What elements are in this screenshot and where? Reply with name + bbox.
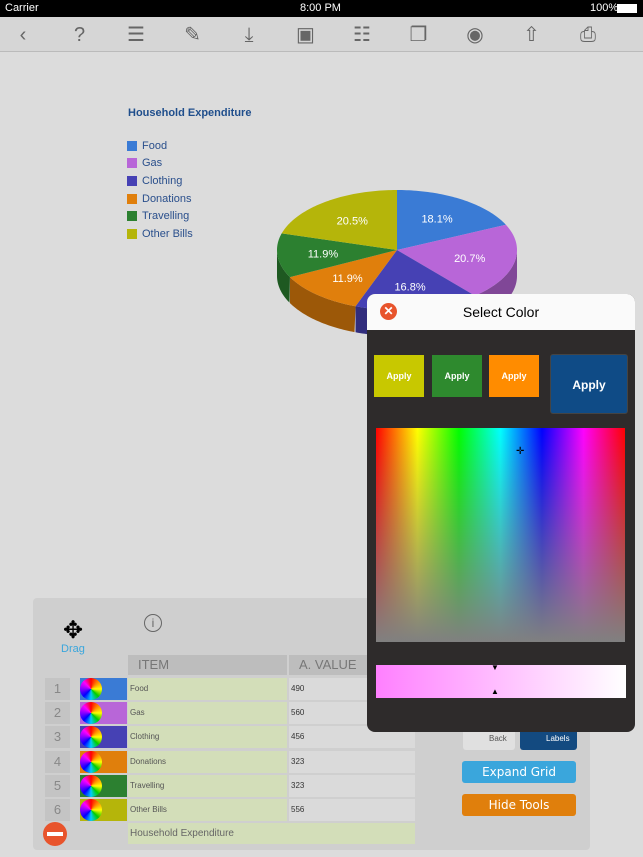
legend-item: Clothing — [127, 172, 193, 190]
drag-label: Drag — [61, 643, 85, 655]
value-cell[interactable]: 556 — [289, 799, 415, 821]
color-wheel-icon — [80, 774, 102, 797]
row-color-button[interactable] — [80, 702, 127, 725]
help-icon[interactable]: ? — [67, 22, 93, 48]
row-color-button[interactable] — [80, 750, 127, 773]
row-color-button[interactable] — [80, 774, 127, 797]
save-icon[interactable]: ▣ — [293, 22, 319, 48]
row-color-button[interactable] — [80, 726, 127, 749]
select-color-popup: ✕ Select Color Apply Apply Apply Apply ✛… — [367, 294, 635, 732]
row-color-button[interactable] — [80, 678, 127, 700]
legend-item: Travelling — [127, 207, 193, 225]
apply-yellow-button[interactable]: Apply — [374, 355, 424, 397]
item-cell[interactable]: Clothing — [128, 726, 287, 749]
item-cell[interactable]: Food — [128, 678, 287, 700]
item-cell[interactable]: Donations — [128, 750, 287, 773]
chart-title-input[interactable]: Household Expenditure — [128, 823, 415, 844]
value-cell[interactable]: 323 — [289, 750, 415, 773]
cabinet-icon[interactable]: ☷ — [349, 22, 375, 48]
legend-item: Food — [127, 137, 193, 155]
color-wheel-icon — [80, 799, 102, 821]
legend-item: Other Bills — [127, 225, 193, 243]
chart-legend: Food Gas Clothing Donations Travelling Other … — [127, 137, 193, 243]
value-cell[interactable]: 323 — [289, 774, 415, 797]
pie-data-label: 16.8% — [394, 282, 425, 294]
share-icon[interactable]: ⇧ — [519, 22, 545, 48]
pie-data-label: 11.9% — [332, 273, 363, 285]
drag-move-icon[interactable]: ✥ — [63, 616, 83, 645]
list-icon[interactable]: ☰ — [123, 22, 149, 48]
chart-title: Household Expenditure — [128, 107, 252, 119]
toolbar: ‹? ☰ ✎ ⤓ ▣ ☷ ❐ ◉ ⇧ ⎙ — [0, 17, 643, 52]
item-cell[interactable]: Gas — [128, 702, 287, 725]
back-icon[interactable]: ‹ — [10, 22, 36, 48]
legend-item: Donations — [127, 190, 193, 208]
crosshair-icon[interactable]: ✛ — [516, 446, 524, 457]
column-header-item: ITEM — [128, 655, 287, 675]
brightness-slider[interactable]: ▼ ▲ — [376, 663, 626, 698]
color-wheel-icon — [80, 750, 102, 773]
pie-data-label: 20.5% — [337, 215, 368, 227]
pie-data-label: 20.7% — [454, 253, 485, 265]
color-wheel-icon — [80, 678, 102, 700]
apply-button[interactable]: Apply — [550, 354, 628, 414]
info-icon[interactable]: i — [144, 614, 162, 632]
item-cell[interactable]: Travelling — [128, 774, 287, 797]
print-icon[interactable]: ⎙ — [575, 22, 601, 48]
delete-icon[interactable] — [43, 822, 67, 846]
pie-data-label: 11.9% — [308, 248, 339, 260]
popup-title: Select Color — [462, 304, 540, 320]
import-icon[interactable]: ⤓ — [236, 22, 262, 48]
color-wheel-icon — [80, 702, 102, 725]
hide-tools-button[interactable]: Hide Tools — [462, 794, 576, 816]
carrier: Carrier — [5, 2, 39, 14]
clock: 8:00 PM — [300, 2, 341, 14]
legend-item: Gas — [127, 155, 193, 173]
row-color-button[interactable] — [80, 799, 127, 821]
expand-grid-button[interactable]: Expand Grid — [462, 761, 576, 783]
color-spectrum[interactable]: ✛ — [376, 428, 625, 642]
apply-green-button[interactable]: Apply — [432, 355, 482, 397]
battery: 100% — [590, 2, 619, 14]
windows-icon[interactable]: ❐ — [406, 22, 432, 48]
camera-icon[interactable]: ◉ — [462, 22, 488, 48]
item-cell[interactable]: Other Bills — [128, 799, 287, 821]
color-wheel-icon — [80, 726, 102, 749]
pie-data-label: 18.1% — [421, 214, 452, 226]
status-bar: Carrier 8:00 PM 100% — [0, 0, 643, 17]
apply-orange-button[interactable]: Apply — [489, 355, 539, 397]
edit-icon[interactable]: ✎ — [180, 22, 206, 48]
